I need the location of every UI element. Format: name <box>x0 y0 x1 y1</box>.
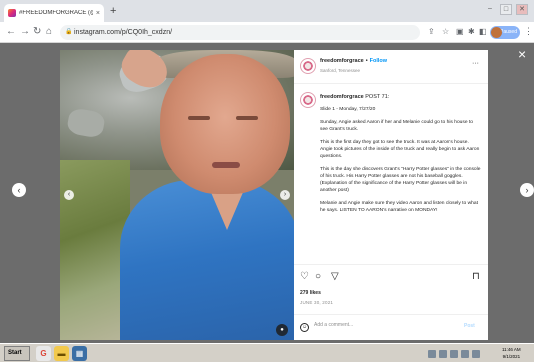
battery-icon[interactable] <box>450 349 458 358</box>
post-modal-backdrop: × ‹ › ‹ › ● freedomforgrace • Follow San… <box>0 43 534 343</box>
caption-title: POST 71: <box>365 94 390 100</box>
url-text: instagram.com/p/CQ0Ih_cxdzn/ <box>74 29 173 36</box>
browser-toolbar: ← → ↻ ⌂ 🔒 instagram.com/p/CQ0Ih_cxdzn/ ⇪… <box>0 22 534 43</box>
comment-icon[interactable]: ○ <box>315 271 321 283</box>
maximize-window-button[interactable]: □ <box>500 4 512 15</box>
clock-time: 11:46 AM <box>502 347 521 352</box>
caption-username[interactable]: freedomforgrace <box>320 94 364 100</box>
instagram-favicon-icon <box>8 9 16 17</box>
app-window-icon[interactable]: ▦ <box>72 346 87 361</box>
window-controls: – □ ✕ <box>484 4 528 15</box>
bookmark-star-icon[interactable]: ☆ <box>442 27 449 37</box>
forward-arrow-icon[interactable]: → <box>20 26 30 38</box>
previous-post-button[interactable]: ‹ <box>12 183 26 197</box>
carousel-next-icon[interactable]: › <box>280 190 290 200</box>
post-details-panel: freedomforgrace • Follow Sanford, Tennesse… <box>294 50 488 340</box>
sidebar-icon[interactable]: ◧ <box>479 27 487 37</box>
follow-button[interactable]: Follow <box>370 58 387 64</box>
browser-tab-bar: #FREEDOMFORGRACE (@freedo... × + – □ ✕ <box>0 0 534 22</box>
minimize-window-button[interactable]: – <box>484 4 496 15</box>
post-location[interactable]: Sanford, Tennessee <box>320 68 360 73</box>
tag-people-icon[interactable]: ● <box>276 324 288 336</box>
address-bar[interactable]: 🔒 instagram.com/p/CQ0Ih_cxdzn/ <box>60 25 420 40</box>
back-arrow-icon[interactable]: ← <box>6 26 16 38</box>
reload-icon[interactable]: ↻ <box>33 26 41 38</box>
system-clock[interactable]: 11:46 AM 9/1/2021 <box>502 346 521 360</box>
next-post-button[interactable]: › <box>520 183 534 197</box>
username-link[interactable]: freedomforgrace <box>320 58 364 64</box>
clock-date: 9/1/2021 <box>502 354 521 359</box>
caption-paragraph: Melanie and Angie make sure they video A… <box>320 201 478 213</box>
caption-paragraph: This is the first day they got to see th… <box>320 140 480 159</box>
home-icon[interactable]: ⌂ <box>46 26 52 38</box>
comment-bar: ☺ Add a comment... Post <box>294 314 488 340</box>
screen: #FREEDOMFORGRACE (@freedo... × + – □ ✕ ←… <box>0 0 534 362</box>
close-window-button[interactable]: ✕ <box>516 4 528 15</box>
profile-button[interactable]: Paused <box>490 26 520 39</box>
browser-tab[interactable]: #FREEDOMFORGRACE (@freedo... × <box>4 4 104 22</box>
post-header: freedomforgrace • Follow Sanford, Tennesse… <box>294 50 488 84</box>
tab-close-icon[interactable]: × <box>96 10 100 17</box>
os-taskbar: Start G ▬ ▦ 11:46 AM 9/1/2021 <box>0 343 534 362</box>
close-modal-icon[interactable]: × <box>518 47 526 61</box>
caption-header: freedomforgrace POST 71: <box>320 94 389 100</box>
post-comment-button[interactable]: Post <box>464 323 475 329</box>
volume-icon[interactable] <box>439 349 447 358</box>
bookmark-icon[interactable]: ⊓ <box>472 271 480 283</box>
tab-title: #FREEDOMFORGRACE (@freedo... <box>19 10 93 16</box>
chrome-icon[interactable]: G <box>36 346 51 361</box>
lock-icon: 🔒 <box>65 29 73 35</box>
profile-label: Paused <box>500 29 517 35</box>
system-tray <box>428 347 498 360</box>
more-options-icon[interactable]: ··· <box>472 60 479 67</box>
post-caption: freedomforgrace POST 71: Slide 1 - Monda… <box>294 86 488 262</box>
comment-input[interactable]: Add a comment... <box>314 322 353 328</box>
post-actions: ♡ ○ ▽ ⊓ <box>294 264 488 290</box>
folder-icon[interactable]: ▬ <box>54 346 69 361</box>
avatar <box>491 27 502 38</box>
caption-paragraph: Sunday, Angie asked Aaron if her and Mel… <box>320 120 473 132</box>
share-icon[interactable]: ▽ <box>331 271 339 283</box>
network-icon[interactable] <box>428 349 436 358</box>
like-count[interactable]: 279 likes <box>300 290 321 296</box>
caption-paragraph: Slide 1 - Monday, 7/27/20 <box>320 107 376 112</box>
start-button[interactable]: Start <box>4 346 30 361</box>
tray-app-icon[interactable] <box>472 349 480 358</box>
heart-icon[interactable]: ♡ <box>300 271 309 283</box>
post-date: JUNE 30, 2021 <box>300 300 334 305</box>
new-tab-button[interactable]: + <box>110 4 116 18</box>
notification-icon[interactable] <box>461 349 469 358</box>
puzzle-icon[interactable]: ✱ <box>468 27 475 37</box>
avatar[interactable] <box>300 92 316 108</box>
caption-paragraph: This is the day she discovers Grant's "H… <box>320 167 481 193</box>
avatar[interactable] <box>300 58 316 74</box>
extension-icon[interactable]: ▣ <box>456 27 464 37</box>
post-username: freedomforgrace • Follow <box>320 58 388 64</box>
share-page-icon[interactable]: ⇪ <box>428 27 435 37</box>
carousel-prev-icon[interactable]: ‹ <box>64 190 74 200</box>
browser-menu-icon[interactable]: ⋮ <box>524 26 533 37</box>
post-image: ‹ › ● <box>60 50 294 340</box>
emoji-icon[interactable]: ☺ <box>300 323 309 332</box>
caption-body: Slide 1 - Monday, 7/27/20 Sunday, Angie … <box>320 106 482 220</box>
